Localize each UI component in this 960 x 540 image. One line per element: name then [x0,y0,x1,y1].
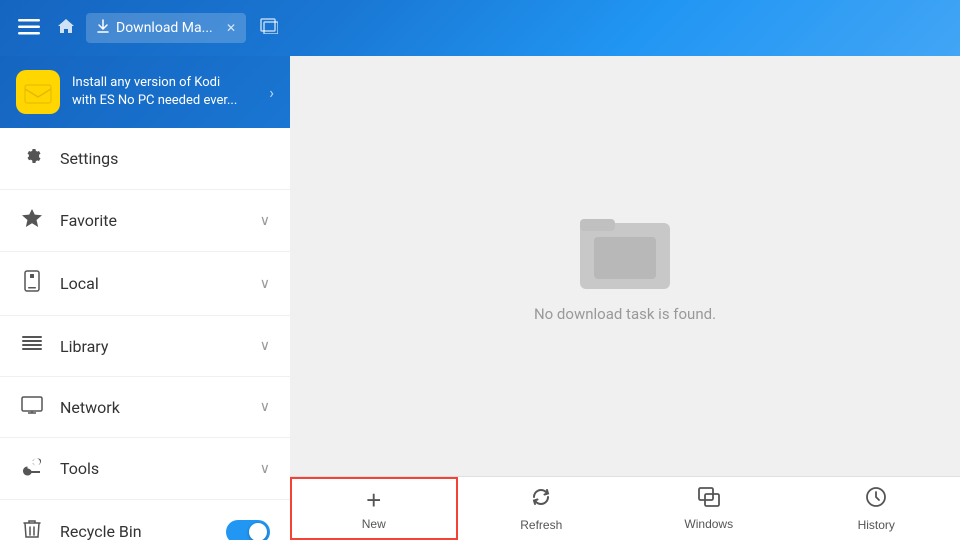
local-icon [20,270,44,297]
history-label: History [858,518,895,532]
sidebar-item-settings[interactable]: Settings [0,128,290,190]
refresh-label: Refresh [520,518,562,532]
download-tab[interactable]: Download Ma... ✕ [86,13,246,43]
new-button[interactable]: + New [290,477,458,540]
sidebar-item-tools[interactable]: Tools ∨ [0,438,290,500]
library-icon [20,334,44,358]
refresh-button[interactable]: Refresh [458,477,626,540]
tools-label: Tools [60,459,244,478]
network-icon [20,395,44,419]
empty-message: No download task is found. [534,305,716,323]
window-icon[interactable] [260,18,278,38]
header: Download Ma... ✕ [0,0,960,56]
library-label: Library [60,337,244,356]
network-label: Network [60,398,244,417]
empty-folder-illustration [580,209,670,289]
local-chevron-icon: ∨ [260,276,270,292]
bottom-bar: + New Refresh [290,476,960,540]
recycle-bin-label: Recycle Bin [60,522,210,540]
ad-text: Install any version of Kodi with ES No P… [72,74,257,110]
network-chevron-icon: ∨ [260,399,270,415]
windows-icon [698,487,720,513]
ad-chevron-icon: › [269,83,274,102]
history-icon [865,486,887,514]
tab-label: Download Ma... [116,20,220,36]
sidebar: Install any version of Kodi with ES No P… [0,56,290,540]
history-button[interactable]: History [793,477,960,540]
refresh-icon [530,486,552,514]
content-area: No download task is found. + New [290,56,960,540]
recycle-bin-toggle[interactable] [226,520,270,540]
home-icon[interactable] [56,17,76,39]
settings-icon [20,146,44,171]
tools-icon [20,456,44,481]
content-main: No download task is found. [290,56,960,476]
new-plus-icon: + [366,487,381,513]
ad-line2: with ES No PC needed ever... [72,92,257,110]
download-arrow-icon [96,19,110,37]
sidebar-item-network[interactable]: Network ∨ [0,377,290,438]
new-label: New [362,517,386,531]
ad-line1: Install any version of Kodi [72,74,257,92]
favorite-chevron-icon: ∨ [260,213,270,229]
tools-chevron-icon: ∨ [260,461,270,477]
main-layout: Install any version of Kodi with ES No P… [0,56,960,540]
ad-banner[interactable]: Install any version of Kodi with ES No P… [0,56,290,128]
sidebar-item-favorite[interactable]: Favorite ∨ [0,190,290,252]
local-label: Local [60,274,244,293]
favorite-label: Favorite [60,211,244,230]
recycle-bin-icon [20,518,44,540]
sidebar-item-recycle-bin[interactable]: Recycle Bin [0,500,290,540]
settings-label: Settings [60,149,270,168]
sidebar-item-local[interactable]: Local ∨ [0,252,290,316]
tab-close-icon[interactable]: ✕ [226,21,236,35]
library-chevron-icon: ∨ [260,338,270,354]
sidebar-item-library[interactable]: Library ∨ [0,316,290,377]
ad-icon [16,70,60,114]
windows-button[interactable]: Windows [625,477,793,540]
windows-label: Windows [684,517,733,531]
favorite-icon [20,208,44,233]
menu-icon[interactable] [12,10,46,46]
